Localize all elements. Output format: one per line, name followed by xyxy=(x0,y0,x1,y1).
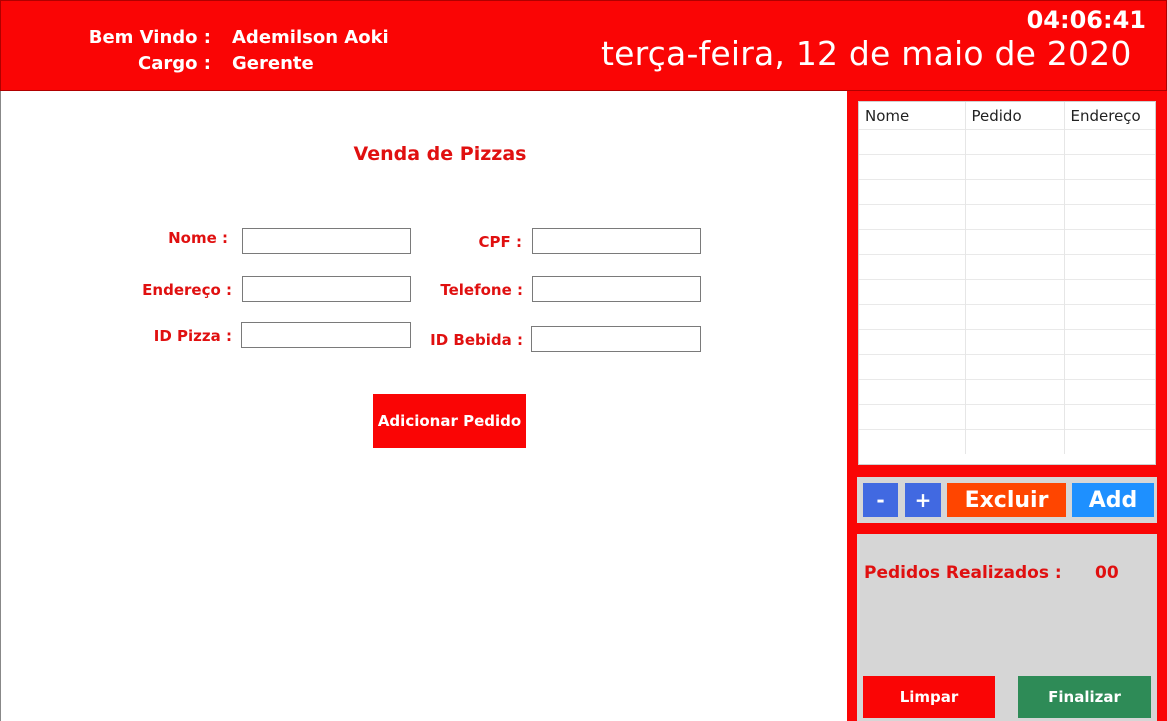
table-row xyxy=(859,128,1155,154)
user-name: Ademilson Aoki xyxy=(232,27,389,48)
column-header-endereco[interactable]: Endereço xyxy=(1064,102,1155,129)
phone-label: Telefone : xyxy=(440,281,523,299)
orders-grid-body xyxy=(859,128,1155,454)
add-order-button[interactable]: Adicionar Pedido xyxy=(373,394,526,448)
phone-field[interactable] xyxy=(532,276,701,302)
table-row xyxy=(859,378,1155,404)
user-role: Gerente xyxy=(232,53,314,74)
finish-button[interactable]: Finalizar xyxy=(1018,676,1151,718)
welcome-label: Bem Vindo : xyxy=(88,27,211,48)
orders-count-label: Pedidos Realizados : xyxy=(864,563,1062,583)
clear-button[interactable]: Limpar xyxy=(863,676,995,718)
table-row xyxy=(859,403,1155,429)
name-label: Nome : xyxy=(168,229,228,247)
name-field[interactable] xyxy=(242,228,411,254)
table-row xyxy=(859,428,1155,454)
clock: 04:06:41 xyxy=(1026,6,1146,34)
table-row xyxy=(859,353,1155,379)
table-row xyxy=(859,228,1155,254)
column-header-nome[interactable]: Nome xyxy=(859,102,966,129)
table-row xyxy=(859,153,1155,179)
table-row xyxy=(859,203,1155,229)
pizza-id-label: ID Pizza : xyxy=(153,327,232,345)
address-field[interactable] xyxy=(242,276,411,302)
form-title: Venda de Pizzas xyxy=(353,143,527,165)
table-row xyxy=(859,303,1155,329)
current-date: terça-feira, 12 de maio de 2020 xyxy=(601,34,1132,73)
add-button[interactable]: Add xyxy=(1072,483,1154,517)
orders-count-value: 00 xyxy=(1095,563,1119,583)
plus-button[interactable]: + xyxy=(905,483,941,517)
cpf-label: CPF : xyxy=(478,233,522,251)
table-row xyxy=(859,328,1155,354)
minus-button[interactable]: - xyxy=(863,483,898,517)
address-label: Endereço : xyxy=(142,281,232,299)
cpf-field[interactable] xyxy=(532,228,701,254)
table-row xyxy=(859,253,1155,279)
drink-id-field[interactable] xyxy=(531,326,701,352)
header-bar: Bem Vindo : Ademilson Aoki Cargo : Geren… xyxy=(0,0,1167,91)
column-header-pedido[interactable]: Pedido xyxy=(965,102,1065,129)
role-label: Cargo : xyxy=(138,53,211,74)
delete-button[interactable]: Excluir xyxy=(947,483,1066,517)
pizza-id-field[interactable] xyxy=(241,322,411,348)
table-row xyxy=(859,178,1155,204)
drink-id-label: ID Bebida : xyxy=(430,331,523,349)
table-row xyxy=(859,278,1155,304)
orders-grid[interactable]: Nome Pedido Endereço xyxy=(858,101,1156,465)
